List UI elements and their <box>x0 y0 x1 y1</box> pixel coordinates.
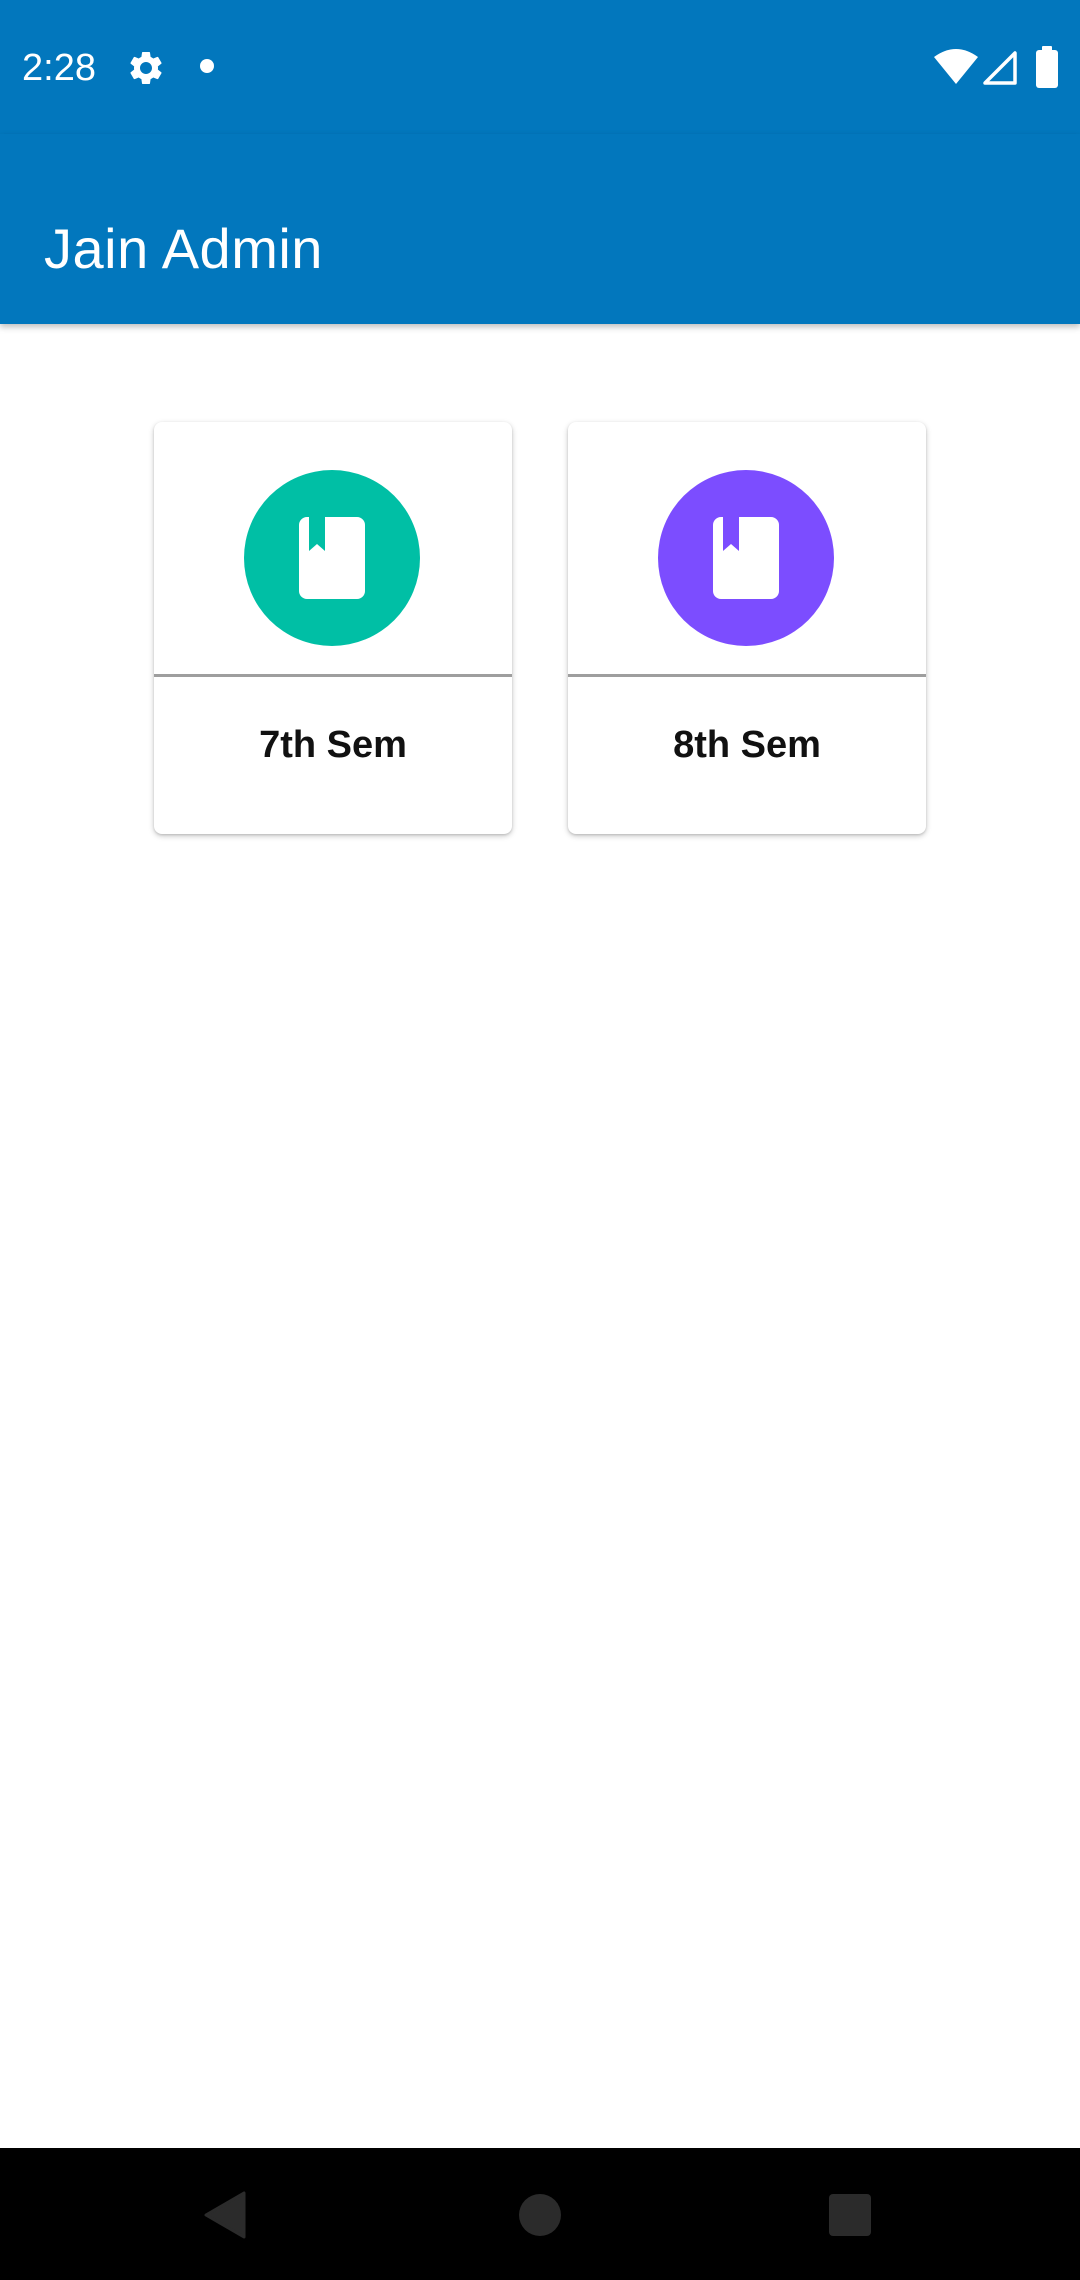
book-icon <box>299 517 365 599</box>
book-icon <box>713 517 779 599</box>
card-divider <box>154 674 512 677</box>
book-icon-circle <box>658 470 834 646</box>
wifi-icon <box>934 49 978 84</box>
home-icon[interactable] <box>519 2194 561 2236</box>
card-label: 7th Sem <box>259 724 407 766</box>
status-bar: 2:28 <box>0 0 1080 134</box>
app-title: Jain Admin <box>44 217 323 280</box>
navigation-bar <box>0 2148 1080 2280</box>
battery-icon <box>1036 46 1058 88</box>
gear-icon <box>130 51 162 84</box>
recents-icon[interactable] <box>829 2194 871 2236</box>
screen: 2:28 Jain Admin 7th Sem 8th Sem <box>0 0 1080 2280</box>
back-icon[interactable] <box>204 2190 248 2240</box>
book-icon-circle <box>244 470 420 646</box>
notification-dot-icon <box>200 59 214 73</box>
app-bar: Jain Admin <box>0 134 1080 324</box>
card-7th-sem[interactable]: 7th Sem <box>154 422 512 834</box>
card-8th-sem[interactable]: 8th Sem <box>568 422 926 834</box>
card-label: 8th Sem <box>673 724 821 766</box>
signal-icon <box>983 51 1017 85</box>
status-time: 2:28 <box>22 47 96 89</box>
card-divider <box>568 674 926 677</box>
